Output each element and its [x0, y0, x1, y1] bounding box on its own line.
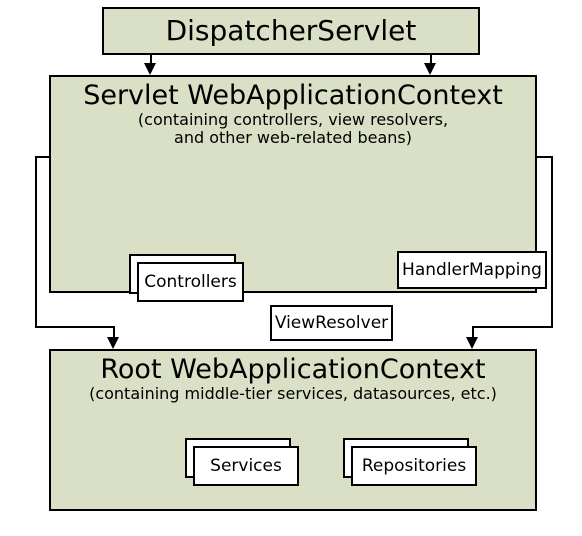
- delegate-left-head: [107, 337, 119, 349]
- servlet-app-context-box: Servlet WebApplicationContext (containin…: [49, 75, 537, 293]
- arrowhead-dispatcher-left: [144, 63, 156, 75]
- delegate-left-h2: [35, 326, 115, 328]
- servlet-ctx-subtitle-2: and other web-related beans): [51, 129, 535, 147]
- delegate-left-down1: [35, 156, 37, 327]
- root-ctx-subtitle: (containing middle-tier services, dataso…: [51, 385, 535, 403]
- root-app-context-box: Root WebApplicationContext (containing m…: [49, 349, 537, 511]
- servlet-ctx-title: Servlet WebApplicationContext: [51, 80, 535, 111]
- services-box: Services: [193, 446, 299, 486]
- dispatcher-servlet-box: DispatcherServlet: [102, 7, 480, 55]
- delegate-right-h2: [472, 326, 553, 328]
- delegate-right-h1: [537, 156, 551, 158]
- handlermapping-box: HandlerMapping: [397, 251, 547, 289]
- controllers-label: Controllers: [144, 272, 236, 292]
- root-ctx-title: Root WebApplicationContext: [51, 354, 535, 385]
- handlermapping-label: HandlerMapping: [402, 260, 542, 280]
- repositories-label: Repositories: [362, 456, 466, 476]
- dispatcher-title: DispatcherServlet: [104, 9, 478, 53]
- viewresolver-label: ViewResolver: [275, 313, 388, 333]
- viewresolver-box: ViewResolver: [270, 305, 393, 341]
- services-label: Services: [210, 456, 282, 476]
- arrowhead-dispatcher-right: [424, 63, 436, 75]
- delegate-right-head: [466, 337, 478, 349]
- controllers-box: Controllers: [137, 262, 244, 302]
- delegate-right-down1: [551, 156, 553, 327]
- repositories-box: Repositories: [351, 446, 477, 486]
- servlet-ctx-subtitle-1: (containing controllers, view resolvers,: [51, 111, 535, 129]
- delegate-left-h1: [35, 156, 49, 158]
